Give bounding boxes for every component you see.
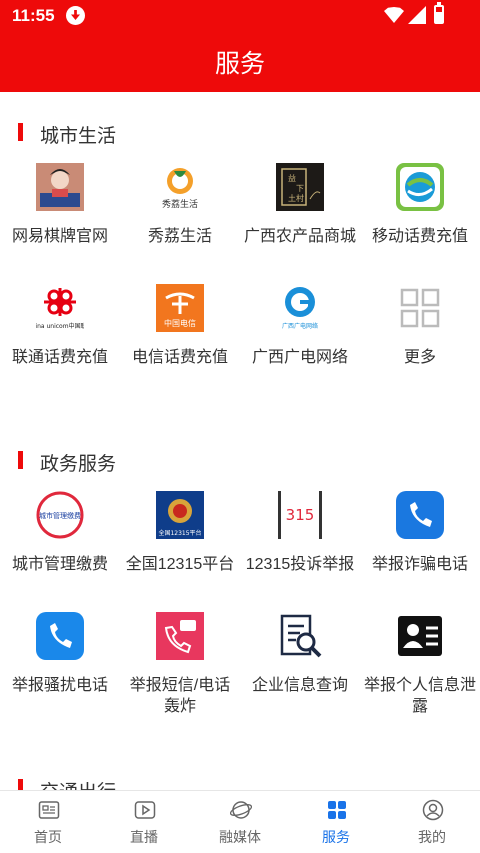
unicom-logo-text: China unicom中国联通 — [36, 322, 84, 330]
service-label: 企业信息查询 — [251, 677, 348, 694]
service-label: 举报个人信息泄露 — [364, 677, 477, 715]
service-label: 广西广电网络 — [251, 349, 348, 366]
download-icon — [66, 6, 85, 25]
report-sms-bomb-icon — [156, 612, 204, 660]
service-guangxi-farm-mall[interactable]: 益 下 土 村 广西农产品商城 — [240, 163, 360, 273]
broadcast-logo-text: 广西广电网络 — [282, 322, 318, 330]
num-315-text: 315 — [286, 506, 315, 524]
service-label: 联通话费充值 — [11, 349, 108, 366]
grid-icon — [328, 801, 346, 819]
service-national-12315[interactable]: 全国12315平台 全国12315平台 — [120, 491, 240, 601]
tab-label: 融媒体 — [219, 829, 261, 845]
play-icon — [134, 801, 156, 819]
service-list[interactable]: 城市生活 网易棋牌官网 秀荔生活 秀荔生活 益 下 土 村 广西农产品商城 移动… — [0, 92, 480, 790]
service-report-harass-call[interactable]: 举报骚扰电话 — [0, 612, 120, 722]
service-label: 广西农产品商城 — [244, 228, 357, 245]
china-mobile-icon — [396, 163, 444, 211]
farm-logo-char: 下 — [296, 184, 304, 193]
user-icon — [422, 799, 444, 821]
enterprise-search-icon — [280, 614, 322, 658]
service-unicom-recharge[interactable]: China unicom中国联通 联通话费充值 — [0, 284, 120, 394]
tab-service[interactable]: 服务 — [288, 791, 384, 853]
china-telecom-icon: 中国电信 — [156, 284, 204, 332]
tab-label: 我的 — [418, 829, 446, 845]
service-label: 全国12315平台 — [125, 556, 235, 573]
guangxi-broadcast-icon: 广西广电网络 — [276, 284, 324, 332]
farm-logo-char: 村 — [296, 193, 304, 203]
complaint-12315-icon: 315 — [276, 491, 324, 539]
page-title: 服务 — [214, 50, 265, 78]
national-logo-text: 全国12315平台 — [158, 529, 201, 537]
status-time: 11:55 — [12, 6, 55, 25]
service-label: 举报短信/电话轰炸 — [129, 677, 231, 715]
top-bar: 11:55 服务 — [0, 0, 480, 92]
tab-label: 首页 — [34, 829, 62, 845]
tab-label: 服务 — [322, 829, 350, 845]
signal-icon — [408, 6, 426, 24]
section-title: 交通出行 — [40, 777, 116, 790]
report-fraud-call-icon — [396, 491, 444, 539]
service-mobile-recharge[interactable]: 移动话费充值 — [360, 163, 480, 273]
planet-icon — [230, 801, 252, 819]
china-unicom-icon: China unicom中国联通 — [36, 284, 84, 332]
netease-chess-icon — [36, 163, 84, 211]
section-title: 城市生活 — [40, 126, 117, 147]
farm-logo-char: 土 — [288, 193, 296, 203]
city-management-icon: 城市管理缴费 — [36, 491, 84, 539]
service-label: 举报骚扰电话 — [11, 677, 108, 694]
more-grid-icon — [400, 288, 440, 328]
wifi-icon — [384, 7, 404, 23]
service-label: 电信话费充值 — [131, 349, 228, 366]
service-report-privacy-leak[interactable]: 举报个人信息泄露 — [360, 612, 480, 722]
service-label: 12315投诉举报 — [245, 556, 355, 573]
service-12315-complaint[interactable]: 315 12315投诉举报 — [240, 491, 360, 601]
xiuli-life-icon: 秀荔生活 — [156, 163, 204, 211]
service-label: 秀荔生活 — [147, 228, 212, 245]
section-title: 政务服务 — [40, 454, 117, 475]
service-city-management[interactable]: 城市管理缴费 城市管理缴费 — [0, 491, 120, 601]
telecom-logo-text: 中国电信 — [164, 318, 196, 328]
report-privacy-leak-icon — [398, 616, 442, 656]
city-logo-text: 城市管理缴费 — [39, 511, 81, 520]
service-label: 更多 — [403, 349, 436, 366]
national-12315-icon: 全国12315平台 — [156, 491, 204, 539]
tab-label: 直播 — [130, 829, 158, 845]
tab-live[interactable]: 直播 — [96, 791, 192, 853]
service-enterprise-search[interactable]: 企业信息查询 — [240, 612, 360, 722]
service-guangxi-broadcast[interactable]: 广西广电网络 广西广电网络 — [240, 284, 360, 394]
service-xiuli-life[interactable]: 秀荔生活 秀荔生活 — [120, 163, 240, 273]
section-marker — [18, 779, 23, 790]
newspaper-icon — [38, 801, 60, 819]
service-report-sms-bomb[interactable]: 举报短信/电话轰炸 — [120, 612, 240, 722]
service-label: 网易棋牌官网 — [11, 228, 108, 245]
tab-media[interactable]: 融媒体 — [192, 791, 288, 853]
guangxi-farm-mall-icon: 益 下 土 村 — [276, 163, 324, 211]
service-report-fraud-call[interactable]: 举报诈骗电话 — [360, 491, 480, 601]
service-telecom-recharge[interactable]: 中国电信 电信话费充值 — [120, 284, 240, 394]
status-bar: 11:55 — [0, 0, 480, 32]
service-netease-chess[interactable]: 网易棋牌官网 — [0, 163, 120, 273]
tab-home[interactable]: 首页 — [0, 791, 96, 853]
battery-icon — [434, 2, 444, 24]
farm-logo-char: 益 — [288, 173, 296, 183]
section-marker — [18, 123, 23, 141]
bottom-tab-bar: 首页 直播 融媒体 服务 我的 — [0, 790, 480, 853]
section-marker — [18, 451, 23, 469]
service-label: 城市管理缴费 — [11, 556, 108, 573]
service-more[interactable]: 更多 — [360, 284, 480, 394]
service-label: 移动话费充值 — [371, 228, 468, 245]
report-harass-call-icon — [36, 612, 84, 660]
xiuli-logo-text: 秀荔生活 — [162, 198, 198, 210]
service-label: 举报诈骗电话 — [371, 556, 468, 573]
tab-mine[interactable]: 我的 — [384, 791, 480, 853]
